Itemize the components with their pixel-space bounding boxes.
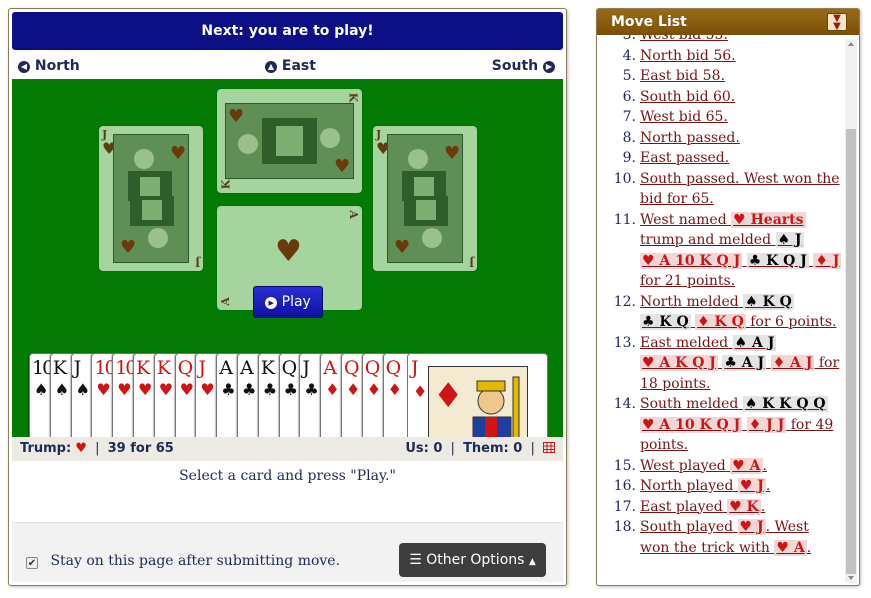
play-circle-icon: ▶ [265, 297, 278, 309]
move-list-header: Move List ▼ ▼ [597, 9, 859, 35]
bid-info: 39 for 65 [107, 441, 174, 456]
instruction-text: Select a card and press "Play." [179, 468, 396, 484]
move-item[interactable]: 8. North passed. [597, 128, 842, 149]
stay-on-page-option[interactable]: ✔ Stay on this page after submitting mov… [26, 553, 340, 569]
move-item[interactable]: 16. North played ♥ J. [597, 476, 842, 497]
hand-card-jack-of-diamonds[interactable]: J ♦ ♦ [407, 353, 548, 437]
move-item[interactable]: 7. West bid 65. [597, 107, 842, 128]
arrow-up-circle-icon: ▲ [265, 61, 277, 73]
seat-link-north[interactable]: ◀ North [18, 58, 80, 74]
move-list: 3. West bid 55. 4. North bid 56. 5. East bid … [597, 35, 842, 558]
move-item[interactable]: 15. West played ♥ A. [597, 456, 842, 477]
play-button[interactable]: ▶ Play [253, 286, 323, 318]
svg-text:♥: ♥ [334, 156, 350, 177]
svg-text:♥: ♥ [170, 143, 186, 164]
svg-text:♥: ♥ [444, 143, 460, 164]
arrow-left-circle-icon: ◀ [18, 61, 30, 73]
face-card-art: ♥ ♥ [226, 104, 353, 178]
options-footer: ✔ Stay on this page after submitting mov… [12, 522, 563, 582]
move-list-scroll[interactable]: 3. West bid 55. 4. North bid 56. 5. East bid … [597, 35, 859, 585]
stay-checkbox[interactable]: ✔ [26, 557, 38, 569]
move-item[interactable]: 18. South played ♥ J. West won the trick… [597, 517, 842, 558]
face-card-art: ♥ ♥ [388, 135, 462, 262]
move-list-scrollbar[interactable] [845, 39, 857, 583]
us-score: Us: 0 [405, 441, 443, 456]
scroll-up-icon[interactable] [848, 42, 854, 46]
jack-of-hearts-face: ♥ ♥ [113, 134, 189, 263]
move-item[interactable]: 4. North bid 56. [597, 46, 842, 67]
collapse-double-down-icon[interactable]: ▼ ▼ [827, 13, 847, 32]
face-card-art: ♥ ♥ [114, 135, 188, 262]
svg-text:♥: ♥ [394, 237, 410, 258]
seat-link-south[interactable]: South ▶ [492, 58, 555, 74]
played-card-east: J ♥ ♥ ♥ J [373, 126, 477, 271]
move-item[interactable]: 9. East passed. [597, 148, 842, 169]
move-item[interactable]: 14. South melded ♠ K K Q Q ♥ A 10 K Q J … [597, 394, 842, 456]
arrow-right-circle-icon: ▶ [543, 61, 555, 73]
jack-of-hearts-face: ♥ ♥ [387, 134, 463, 263]
other-options-button[interactable]: ☰ Other Options ▲ [399, 543, 546, 577]
scroll-thumb[interactable] [846, 129, 856, 574]
move-item[interactable]: 10. South passed. West won the bid for 65… [597, 169, 842, 210]
menu-icon: ☰ [409, 552, 422, 568]
move-item[interactable]: 5. East bid 58. [597, 66, 842, 87]
move-item[interactable]: 6. South bid 60. [597, 87, 842, 108]
heart-icon: ♥ [275, 234, 302, 269]
them-score: Them: 0 [463, 441, 523, 456]
svg-text:♥: ♥ [120, 237, 136, 258]
heart-icon: ♥ [75, 441, 87, 456]
seat-navigation: ◀ North ▲ East South ▶ [12, 56, 563, 78]
move-item[interactable]: 12. North melded ♠ K Q ♣ K Q ♦ K Q for 6… [597, 292, 842, 333]
scroll-down-icon[interactable] [848, 576, 854, 580]
game-panel: Next: you are to play! ◀ North ▲ East So… [8, 8, 567, 586]
caret-up-icon: ▲ [528, 557, 536, 567]
move-list-panel: Move List ▼ ▼ 3. West bid 55. 4. North bid 5… [596, 8, 860, 586]
move-item[interactable]: 13. East melded ♠ A J ♥ A K Q J ♣ A J ♦ … [597, 333, 842, 395]
played-card-north: K ♥ ♥ K [217, 89, 362, 193]
svg-text:♦: ♦ [433, 376, 463, 416]
score-status-bar: Trump: ♥ | 39 for 65 Us: 0 | Them: 0 | [12, 437, 563, 461]
jack-of-diamonds-face: ♦ [428, 366, 528, 437]
seat-link-east[interactable]: ▲ East [265, 58, 316, 74]
svg-text:♥: ♥ [228, 106, 244, 127]
played-card-west: J ♥ ♥ ♥ J [99, 126, 203, 271]
card-table: J ♥ ♥ ♥ J K ♥ ♥ K J ♥ ♥ ♥ J A ♥ A ▶ Play… [12, 79, 563, 437]
move-item[interactable]: 17. East played ♥ K. [597, 497, 842, 518]
move-item[interactable]: 11. West named ♥ Hearts trump and melded… [597, 210, 842, 292]
turn-banner: Next: you are to play! [12, 12, 563, 50]
move-item[interactable]: 3. West bid 55. [597, 35, 842, 46]
king-of-hearts-face: ♥ ♥ [225, 103, 354, 179]
table-grid-icon[interactable] [543, 441, 555, 456]
